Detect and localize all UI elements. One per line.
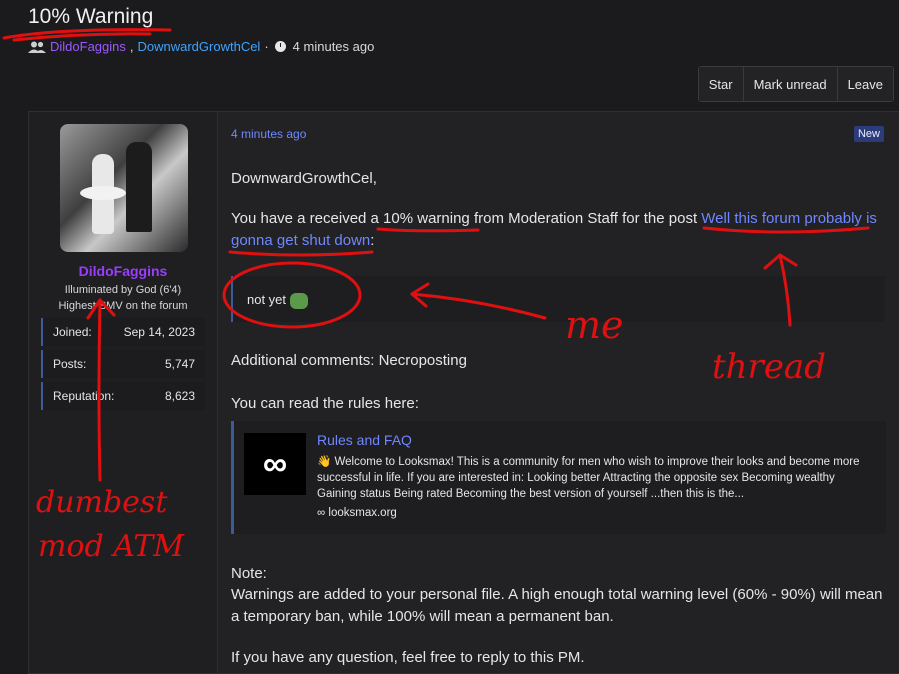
user-title: Illuminated by God (6'4) [64,284,182,296]
conversation-actions: Star Mark unread Leave [697,66,894,102]
user-stats: Joined: Sep 14, 2023 Posts: 5,747 Reputati… [41,318,205,414]
message-time[interactable]: 4 minutes ago [231,127,306,141]
star-button[interactable]: Star [698,67,743,101]
embed-title[interactable]: Rules and FAQ [317,432,412,448]
rules-embed[interactable]: ∞ Rules and FAQ 👋 Welcome to Looksmax! T… [231,421,886,534]
leave-button[interactable]: Leave [836,67,893,101]
embed-description: 👋 Welcome to Looksmax! This is a communi… [317,456,860,500]
user-info: DildoFaggins Illuminated by God (6'4) Hi… [29,112,218,673]
mark-unread-button[interactable]: Mark unread [742,67,837,101]
note-text: Warnings are added to your personal file… [231,586,883,625]
additional-comments: Additional comments: Necroposting [231,352,467,369]
avatar[interactable] [60,124,188,252]
participant-link-2[interactable]: DownwardGrowthCel [138,39,261,54]
message-content: 4 minutes ago New DownwardGrowthCel, You… [218,112,899,673]
dot-separator: · [264,39,269,54]
thread-title: 10% Warning [28,5,154,28]
looksmax-logo-icon: ∞ [244,433,306,495]
note-label: Note: [231,565,267,582]
greeting: DownwardGrowthCel, [231,170,377,187]
warning-text: You have a received a 10% warning from M… [231,210,877,249]
thread-time: 4 minutes ago [292,39,375,54]
thread-meta: DildoFaggins, DownwardGrowthCel · 4 minu… [28,39,374,54]
message: DildoFaggins Illuminated by God (6'4) Hi… [28,111,899,674]
rules-intro: You can read the rules here: [231,395,419,412]
new-badge: New [853,126,884,142]
closing-text: If you have any question, feel free to r… [231,649,585,666]
pepe-emoji-icon [290,292,309,309]
participant-link-1[interactable]: DildoFaggins [50,39,126,54]
stat-joined: Joined: Sep 14, 2023 [41,318,205,346]
quoted-post: not yet [231,276,885,322]
embed-domain: ∞ looksmax.org [317,507,397,519]
clock-icon [274,41,286,52]
username[interactable]: DildoFaggins [29,263,217,279]
quote-text: not yet [247,292,287,307]
user-banner: Highest SMV on the forum [58,300,188,312]
separator: , [129,39,134,54]
stat-reputation: Reputation: 8,623 [41,382,205,410]
stat-posts: Posts: 5,747 [41,350,205,378]
users-icon [28,41,46,53]
